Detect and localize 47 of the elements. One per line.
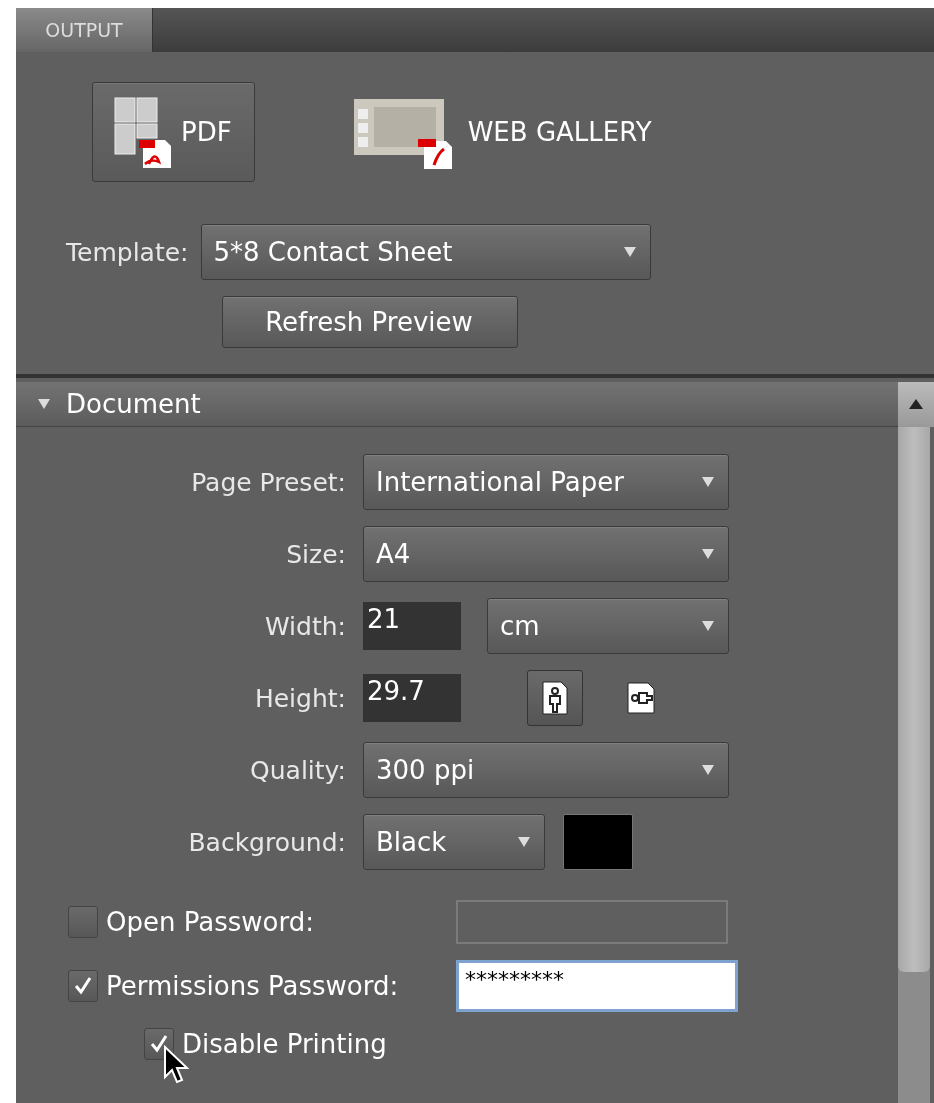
checkbox-label: Permissions Password: — [106, 971, 400, 1001]
section-title: Document — [66, 389, 201, 419]
orientation-button[interactable] — [527, 670, 583, 726]
checkbox-label: Disable Printing — [182, 1029, 387, 1059]
unit-dropdown[interactable]: cm — [487, 598, 729, 654]
field-label: Background: — [188, 827, 346, 857]
template-dropdown[interactable]: 5*8 Contact Sheet — [200, 224, 651, 280]
landscape-page-icon — [627, 682, 655, 714]
section-header[interactable]: Document — [16, 382, 934, 427]
caret-icon — [518, 837, 530, 847]
dropdown[interactable]: 300 ppi — [363, 742, 729, 798]
field-label: Width: — [264, 611, 346, 641]
field-label: Page Preset: — [191, 467, 346, 497]
field-label: Size: — [286, 539, 346, 569]
number-field[interactable]: 29.7 — [363, 674, 461, 722]
checkmark-icon — [149, 1034, 169, 1054]
caret-icon — [702, 477, 714, 487]
checkbox[interactable] — [68, 906, 98, 938]
password-field[interactable]: ********* — [456, 960, 738, 1012]
output-type-button[interactable]: PDF — [92, 82, 255, 182]
number-field[interactable]: 21 — [363, 602, 461, 650]
field-label: Quality: — [250, 755, 346, 785]
checkbox[interactable] — [68, 970, 98, 1002]
up-arrow-icon — [909, 399, 923, 409]
disclosure-triangle-icon[interactable] — [38, 399, 50, 409]
scrollbar-track[interactable] — [898, 427, 930, 1103]
checkbox-label: Open Password: — [106, 907, 315, 937]
dropdown[interactable]: International Paper — [363, 454, 729, 510]
caret-icon — [702, 621, 714, 631]
caret-icon — [702, 549, 714, 559]
field-label: Height: — [254, 683, 346, 713]
portrait-page-icon — [542, 681, 568, 715]
password-field[interactable] — [456, 900, 728, 944]
caret-icon — [702, 765, 714, 775]
caret-icon — [623, 247, 636, 257]
template-label: Template: — [66, 237, 189, 267]
scroll-up-button[interactable] — [898, 381, 934, 427]
scrollbar-thumb[interactable] — [898, 427, 930, 972]
refresh-preview-button[interactable]: Refresh Preview — [222, 296, 518, 348]
output-tab[interactable]: OUTPUT — [16, 8, 153, 52]
checkmark-icon — [73, 976, 93, 996]
output-type-button[interactable]: WEB GALLERY — [332, 82, 675, 182]
color-swatch[interactable] — [563, 814, 633, 870]
checkbox[interactable] — [144, 1028, 174, 1060]
dropdown[interactable]: A4 — [363, 526, 729, 582]
dropdown[interactable]: Black — [363, 814, 545, 870]
pdf-icon — [113, 96, 171, 168]
